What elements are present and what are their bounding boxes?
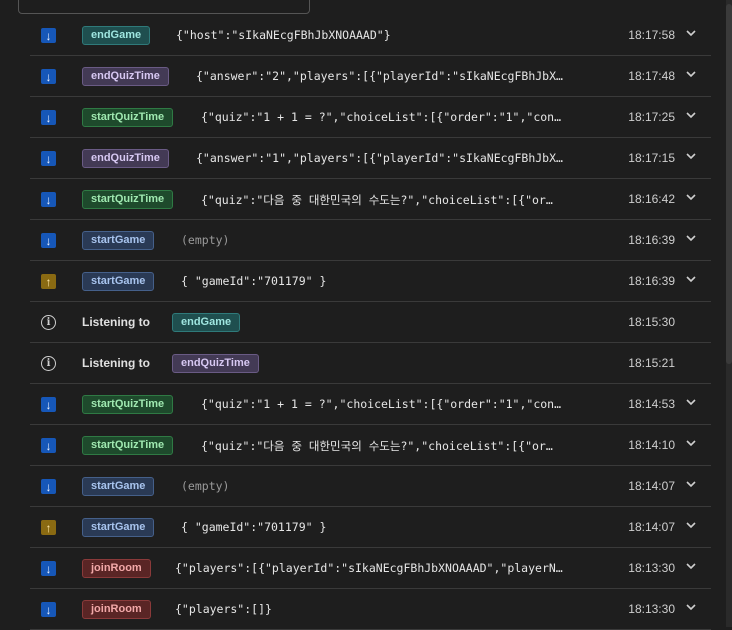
event-timestamp: 18:14:53 [628, 397, 675, 411]
event-name-badge: joinRoom [82, 600, 151, 619]
chevron-down-icon[interactable] [685, 601, 697, 613]
event-row[interactable]: ↓ startQuizTime {"quiz":"1 + 1 = ?","choic… [30, 384, 711, 425]
event-name-badge: startGame [82, 477, 155, 496]
event-row[interactable]: ↓ startGame (empty) 18:16:39 [30, 220, 711, 261]
event-row[interactable]: ↓ startGame (empty) 18:14:07 [30, 466, 711, 507]
event-payload: (empty) [181, 479, 230, 493]
event-payload: {"answer":"2","players":[{"playerId":"sI… [196, 69, 563, 83]
chevron-down-icon[interactable] [685, 68, 697, 80]
event-row: i Listening to endGame 18:15:30 [30, 302, 711, 343]
event-name-badge: startGame [82, 231, 155, 250]
event-timestamp: 18:13:30 [628, 602, 675, 616]
event-timestamp: 18:14:07 [628, 479, 675, 493]
event-timestamp: 18:17:48 [628, 69, 675, 83]
event-payload: {"quiz":"1 + 1 = ?","choiceList":[{"orde… [201, 110, 562, 124]
event-row[interactable]: ↓ startQuizTime {"quiz":"1 + 1 = ?","choic… [30, 97, 711, 138]
event-name-badge: joinRoom [82, 559, 151, 578]
event-payload: {"answer":"1","players":[{"playerId":"sI… [196, 151, 563, 165]
event-timestamp: 18:16:39 [628, 274, 675, 288]
event-name-badge: startQuizTime [82, 436, 174, 455]
info-icon: i [41, 315, 56, 330]
event-name-badge: startQuizTime [82, 190, 174, 209]
arrow-down-icon: ↓ [41, 438, 56, 453]
event-timestamp: 18:16:39 [628, 233, 675, 247]
event-payload: { "gameId":"701179" } [181, 520, 327, 534]
event-name-badge: endGame [172, 313, 241, 332]
event-row[interactable]: ↓ startQuizTime {"quiz":"다음 중 대한민국의 수도는?",… [30, 425, 711, 466]
chevron-down-icon[interactable] [685, 273, 697, 285]
event-timestamp: 18:15:21 [628, 356, 675, 370]
chevron-down-icon[interactable] [685, 478, 697, 490]
event-row[interactable]: ↓ endQuizTime {"answer":"1","players":[{"p… [30, 138, 711, 179]
event-row[interactable]: ↓ joinRoom {"players":[{"playerId":"sIkaNE… [30, 548, 711, 589]
arrow-down-icon: ↓ [41, 479, 56, 494]
arrow-down-icon: ↓ [41, 28, 56, 43]
arrow-down-icon: ↓ [41, 192, 56, 207]
event-payload: (empty) [181, 233, 230, 247]
event-payload: { "gameId":"701179" } [181, 274, 327, 288]
event-timestamp: 18:14:10 [628, 438, 675, 452]
event-payload: {"quiz":"다음 중 대한민국의 수도는?","choiceList":[… [201, 439, 553, 453]
event-timestamp: 18:14:07 [628, 520, 675, 534]
event-name-badge: startQuizTime [82, 395, 174, 414]
event-timestamp: 18:16:42 [628, 192, 675, 206]
event-row[interactable]: ↑ startGame { "gameId":"701179" } 18:14:07 [30, 507, 711, 548]
event-row[interactable]: ↓ joinRoom {"players":[]} 18:13:30 [30, 589, 711, 630]
event-timestamp: 18:17:25 [628, 110, 675, 124]
event-timestamp: 18:17:15 [628, 151, 675, 165]
chevron-down-icon[interactable] [685, 191, 697, 203]
event-row[interactable]: ↓ endGame {"host":"sIkaNEcgFBhJbXNOAAAD"} 1… [30, 15, 711, 56]
arrow-down-icon: ↓ [41, 561, 56, 576]
chevron-down-icon[interactable] [685, 232, 697, 244]
event-timestamp: 18:17:58 [628, 28, 675, 42]
arrow-down-icon: ↓ [41, 69, 56, 84]
chevron-down-icon[interactable] [685, 396, 697, 408]
chevron-down-icon[interactable] [685, 437, 697, 449]
event-name-badge: endGame [82, 26, 151, 45]
event-payload: {"players":[]} [175, 602, 272, 616]
arrow-down-icon: ↓ [41, 602, 56, 617]
event-timestamp: 18:15:30 [628, 315, 675, 329]
event-row: i Listening to endQuizTime 18:15:21 [30, 343, 711, 384]
event-name-badge: startGame [82, 518, 155, 537]
arrow-down-icon: ↓ [41, 110, 56, 125]
chevron-down-icon[interactable] [685, 150, 697, 162]
listening-label: Listening to [82, 315, 150, 329]
arrow-up-icon: ↑ [41, 520, 56, 535]
event-row[interactable]: ↓ startQuizTime {"quiz":"다음 중 대한민국의 수도는?",… [30, 179, 711, 220]
event-log-list: ↓ endGame {"host":"sIkaNEcgFBhJbXNOAAAD"} 1… [30, 15, 711, 630]
arrow-up-icon: ↑ [41, 274, 56, 289]
event-payload: {"quiz":"1 + 1 = ?","choiceList":[{"orde… [201, 397, 562, 411]
event-name-badge: endQuizTime [82, 67, 169, 86]
event-row[interactable]: ↓ endQuizTime {"answer":"2","players":[{"p… [30, 56, 711, 97]
listening-label: Listening to [82, 356, 150, 370]
event-row[interactable]: ↑ startGame { "gameId":"701179" } 18:16:39 [30, 261, 711, 302]
event-payload: {"host":"sIkaNEcgFBhJbXNOAAAD"} [176, 28, 391, 42]
event-name-badge: startQuizTime [82, 108, 174, 127]
info-icon: i [41, 356, 56, 371]
arrow-down-icon: ↓ [41, 151, 56, 166]
search-input[interactable] [18, 0, 310, 14]
event-payload: {"quiz":"다음 중 대한민국의 수도는?","choiceList":[… [201, 193, 553, 207]
scrollbar-thumb[interactable] [726, 4, 732, 364]
event-timestamp: 18:13:30 [628, 561, 675, 575]
event-name-badge: startGame [82, 272, 155, 291]
event-payload: {"players":[{"playerId":"sIkaNEcgFBhJbXN… [175, 561, 563, 575]
arrow-down-icon: ↓ [41, 397, 56, 412]
event-name-badge: endQuizTime [82, 149, 169, 168]
event-name-badge: endQuizTime [172, 354, 259, 373]
chevron-down-icon[interactable] [685, 109, 697, 121]
chevron-down-icon[interactable] [685, 519, 697, 531]
chevron-down-icon[interactable] [685, 27, 697, 39]
chevron-down-icon[interactable] [685, 560, 697, 572]
arrow-down-icon: ↓ [41, 233, 56, 248]
